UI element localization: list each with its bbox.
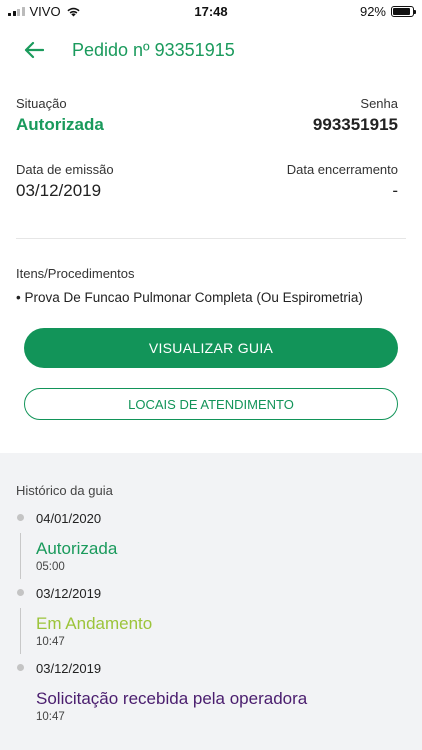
status-left: VIVO <box>8 4 81 19</box>
order-dates-row: Data de emissão 03/12/2019 Data encerram… <box>16 162 398 201</box>
history-status: Autorizada <box>36 539 118 558</box>
battery-percent: 92% <box>359 3 386 19</box>
history-status: Em Andamento <box>36 614 153 633</box>
arrow-left-icon <box>24 41 44 59</box>
timeline-dot <box>17 514 24 521</box>
page-title: Pedido nº 93351915 <box>72 39 235 60</box>
battery-fill <box>393 7 411 15</box>
history-time: 10:47 <box>36 711 65 723</box>
view-guide-button[interactable]: VISUALIZAR GUIA <box>24 328 398 368</box>
status-right: 92% <box>359 3 416 19</box>
timeline-dot <box>17 589 24 596</box>
timeline-line <box>20 533 21 579</box>
situacao-value: Autorizada <box>16 115 104 134</box>
divider <box>16 238 406 239</box>
timeline-dot <box>17 664 24 671</box>
situacao-label: Situação <box>16 96 67 111</box>
emissao-block: Data de emissão 03/12/2019 <box>16 162 114 201</box>
carrier-label: VIVO <box>29 3 61 19</box>
history-section: Histórico da guia 04/01/2020 Autorizada … <box>0 453 422 750</box>
battery-icon <box>391 5 416 17</box>
situacao-block: Situação Autorizada <box>16 96 104 135</box>
senha-block: Senha 993351915 <box>313 96 398 135</box>
encerramento-label: Data encerramento <box>286 162 398 177</box>
header: Pedido nº 93351915 <box>0 28 422 72</box>
wifi-icon <box>66 7 80 16</box>
history-time: 10:47 <box>36 636 65 648</box>
history-label: Histórico da guia <box>16 483 113 498</box>
history-date: 03/12/2019 <box>36 586 102 601</box>
encerramento-value: - <box>392 181 398 200</box>
timeline-line <box>20 608 21 654</box>
history-date: 04/01/2020 <box>36 511 102 526</box>
senha-value: 993351915 <box>312 115 398 134</box>
status-bar: VIVO 17:48 92% <box>0 0 422 22</box>
signal-icon <box>8 6 25 16</box>
history-status: Solicitação recebida pela operadora <box>36 689 308 708</box>
procedure-item: • Prova De Funcao Pulmonar Completa (Ou … <box>16 290 363 305</box>
back-button[interactable] <box>14 30 54 70</box>
order-status-row: Situação Autorizada Senha 993351915 <box>16 96 398 135</box>
emissao-value: 03/12/2019 <box>16 181 102 200</box>
encerramento-block: Data encerramento - <box>287 162 398 201</box>
history-time: 05:00 <box>36 561 65 573</box>
senha-label: Senha <box>360 96 398 111</box>
history-date: 03/12/2019 <box>36 661 102 676</box>
service-locations-button[interactable]: LOCAIS DE ATENDIMENTO <box>24 388 398 420</box>
items-label: Itens/Procedimentos <box>16 266 135 281</box>
emissao-label: Data de emissão <box>16 162 114 177</box>
